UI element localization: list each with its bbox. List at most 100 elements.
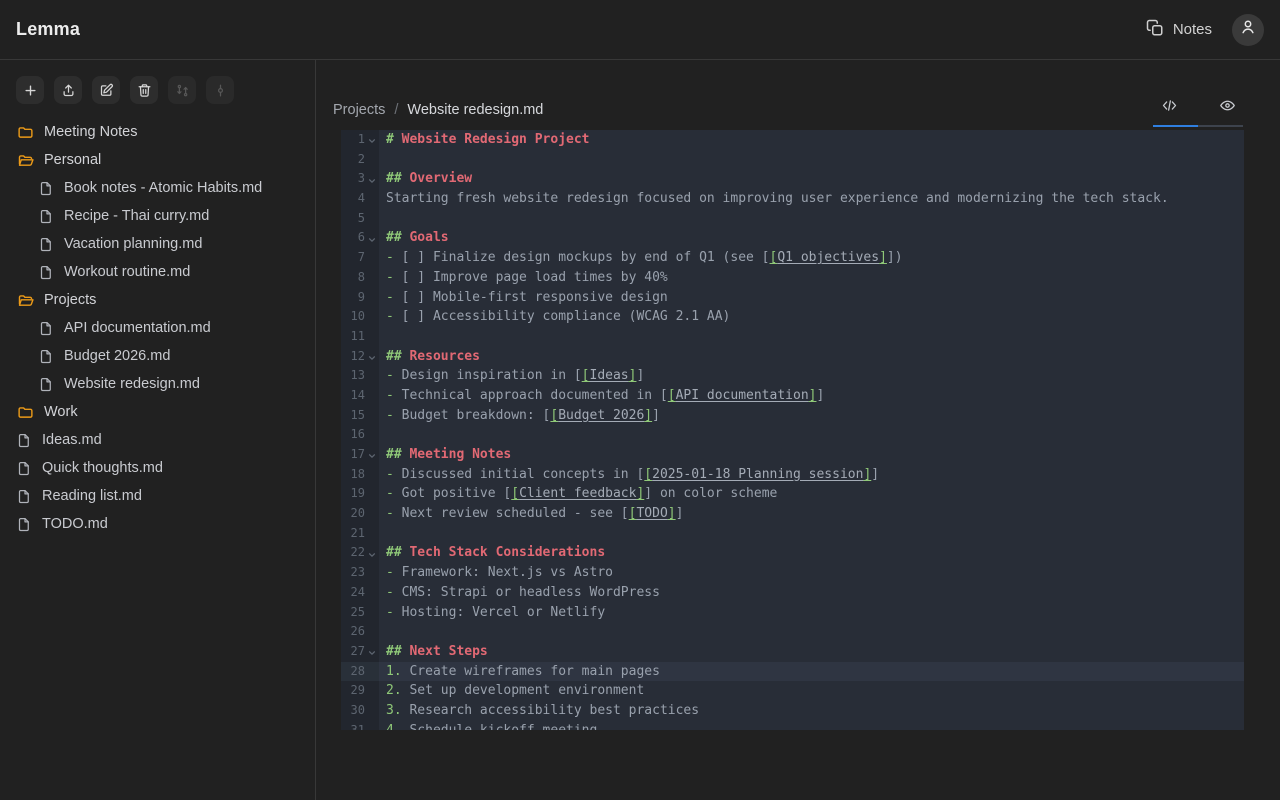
line-number: 20 bbox=[341, 504, 365, 524]
tree-file-ideas-md[interactable]: Ideas.md bbox=[0, 426, 315, 454]
editor-line[interactable]: 314. Schedule kickoff meeting bbox=[341, 721, 1244, 730]
fold-chevron-down-icon[interactable] bbox=[365, 445, 379, 465]
main-panel: Projects / Website redesign.md 1# Websit… bbox=[316, 60, 1280, 800]
editor-line[interactable]: 14- Technical approach documented in [[A… bbox=[341, 386, 1244, 406]
tree-folder-personal[interactable]: Personal bbox=[0, 146, 315, 174]
new-note-button[interactable] bbox=[16, 76, 44, 104]
fold-gutter bbox=[365, 681, 379, 701]
line-content: - [ ] Finalize design mockups by end of … bbox=[379, 248, 1244, 268]
tree-folder-projects[interactable]: Projects bbox=[0, 286, 315, 314]
tree-item-label: API documentation.md bbox=[64, 320, 211, 336]
editor-line[interactable]: 23- Framework: Next.js vs Astro bbox=[341, 563, 1244, 583]
editor-line[interactable]: 25- Hosting: Vercel or Netlify bbox=[341, 603, 1244, 623]
fold-chevron-down-icon[interactable] bbox=[365, 642, 379, 662]
tree-file-vacation-planning-md[interactable]: Vacation planning.md bbox=[0, 230, 315, 258]
editor-line[interactable]: 9- [ ] Mobile-first responsive design bbox=[341, 288, 1244, 308]
commit-icon bbox=[213, 83, 228, 98]
editor-line[interactable]: 5 bbox=[341, 209, 1244, 229]
tree-file-recipe-thai-curry-md[interactable]: Recipe - Thai curry.md bbox=[0, 202, 315, 230]
editor-line[interactable]: 4Starting fresh website redesign focused… bbox=[341, 189, 1244, 209]
editor-line[interactable]: 22## Tech Stack Considerations bbox=[341, 543, 1244, 563]
editor-line[interactable]: 26 bbox=[341, 622, 1244, 642]
tree-file-budget-2026-md[interactable]: Budget 2026.md bbox=[0, 342, 315, 370]
fold-gutter bbox=[365, 189, 379, 209]
tree-file-website-redesign-md[interactable]: Website redesign.md bbox=[0, 370, 315, 398]
line-number: 14 bbox=[341, 386, 365, 406]
fold-chevron-down-icon[interactable] bbox=[365, 543, 379, 563]
line-number: 6 bbox=[341, 228, 365, 248]
tree-file-reading-list-md[interactable]: Reading list.md bbox=[0, 482, 315, 510]
fold-chevron-down-icon[interactable] bbox=[365, 130, 379, 150]
line-number: 3 bbox=[341, 169, 365, 189]
fold-chevron-down-icon[interactable] bbox=[365, 347, 379, 367]
top-bar: Lemma Notes bbox=[0, 0, 1280, 60]
editor-line[interactable]: 2 bbox=[341, 150, 1244, 170]
tree-file-quick-thoughts-md[interactable]: Quick thoughts.md bbox=[0, 454, 315, 482]
editor-line[interactable]: 281. Create wireframes for main pages bbox=[341, 662, 1244, 682]
line-content: - [ ] Improve page load times by 40% bbox=[379, 268, 1244, 288]
editor-line[interactable]: 18- Discussed initial concepts in [[2025… bbox=[341, 465, 1244, 485]
editor-line[interactable]: 19- Got positive [[Client feedback]] on … bbox=[341, 484, 1244, 504]
editor-line[interactable]: 8- [ ] Improve page load times by 40% bbox=[341, 268, 1244, 288]
line-number: 26 bbox=[341, 622, 365, 642]
markdown-editor[interactable]: 1# Website Redesign Project23## Overview… bbox=[341, 130, 1244, 730]
editor-line[interactable]: 16 bbox=[341, 425, 1244, 445]
editor-line[interactable]: 21 bbox=[341, 524, 1244, 544]
editor-line[interactable]: 20- Next review scheduled - see [[TODO]] bbox=[341, 504, 1244, 524]
editor-line[interactable]: 303. Research accessibility best practic… bbox=[341, 701, 1244, 721]
editor-line[interactable]: 10- [ ] Accessibility compliance (WCAG 2… bbox=[341, 307, 1244, 327]
editor-line[interactable]: 15- Budget breakdown: [[Budget 2026]] bbox=[341, 406, 1244, 426]
tab-source[interactable] bbox=[1154, 94, 1184, 118]
editor-line[interactable]: 11 bbox=[341, 327, 1244, 347]
tree-item-label: Workout routine.md bbox=[64, 264, 190, 280]
line-content: - Discussed initial concepts in [[2025-0… bbox=[379, 465, 1244, 485]
delete-button[interactable] bbox=[130, 76, 158, 104]
editor-line[interactable]: 24- CMS: Strapi or headless WordPress bbox=[341, 583, 1244, 603]
tree-folder-work[interactable]: Work bbox=[0, 398, 315, 426]
main-header: Projects / Website redesign.md bbox=[316, 60, 1280, 130]
tree-file-api-documentation-md[interactable]: API documentation.md bbox=[0, 314, 315, 342]
line-number: 4 bbox=[341, 189, 365, 209]
line-number: 12 bbox=[341, 347, 365, 367]
tree-item-label: Recipe - Thai curry.md bbox=[64, 208, 209, 224]
tree-file-book-notes-atomic-habits-md[interactable]: Book notes - Atomic Habits.md bbox=[0, 174, 315, 202]
tab-preview[interactable] bbox=[1212, 94, 1242, 118]
editor-line[interactable]: 3## Overview bbox=[341, 169, 1244, 189]
file-icon bbox=[39, 265, 54, 280]
fold-gutter bbox=[365, 248, 379, 268]
eye-icon bbox=[1219, 97, 1236, 114]
breadcrumb-parent[interactable]: Projects bbox=[333, 102, 385, 118]
rename-button[interactable] bbox=[92, 76, 120, 104]
fold-gutter bbox=[365, 721, 379, 730]
line-number: 11 bbox=[341, 327, 365, 347]
fold-gutter bbox=[365, 366, 379, 386]
line-number: 30 bbox=[341, 701, 365, 721]
notes-button[interactable]: Notes bbox=[1146, 19, 1212, 41]
compare-icon bbox=[175, 83, 190, 98]
editor-line[interactable]: 292. Set up development environment bbox=[341, 681, 1244, 701]
editor-line[interactable]: 17## Meeting Notes bbox=[341, 445, 1244, 465]
line-number: 23 bbox=[341, 563, 365, 583]
editor-line[interactable]: 12## Resources bbox=[341, 347, 1244, 367]
fold-chevron-down-icon[interactable] bbox=[365, 228, 379, 248]
line-number: 27 bbox=[341, 642, 365, 662]
tree-file-todo-md[interactable]: TODO.md bbox=[0, 510, 315, 538]
tree-file-workout-routine-md[interactable]: Workout routine.md bbox=[0, 258, 315, 286]
editor-line[interactable]: 1# Website Redesign Project bbox=[341, 130, 1244, 150]
trash-icon bbox=[137, 83, 152, 98]
tree-item-label: Reading list.md bbox=[42, 488, 142, 504]
fold-gutter bbox=[365, 288, 379, 308]
line-number: 16 bbox=[341, 425, 365, 445]
avatar[interactable] bbox=[1232, 14, 1264, 46]
editor-line[interactable]: 7- [ ] Finalize design mockups by end of… bbox=[341, 248, 1244, 268]
fold-gutter bbox=[365, 504, 379, 524]
editor-line[interactable]: 13- Design inspiration in [[Ideas]] bbox=[341, 366, 1244, 386]
tree-item-label: Vacation planning.md bbox=[64, 236, 202, 252]
tree-folder-meeting-notes[interactable]: Meeting Notes bbox=[0, 118, 315, 146]
upload-button[interactable] bbox=[54, 76, 82, 104]
line-number: 10 bbox=[341, 307, 365, 327]
editor-line[interactable]: 6## Goals bbox=[341, 228, 1244, 248]
file-icon bbox=[39, 321, 54, 336]
fold-chevron-down-icon[interactable] bbox=[365, 169, 379, 189]
editor-line[interactable]: 27## Next Steps bbox=[341, 642, 1244, 662]
